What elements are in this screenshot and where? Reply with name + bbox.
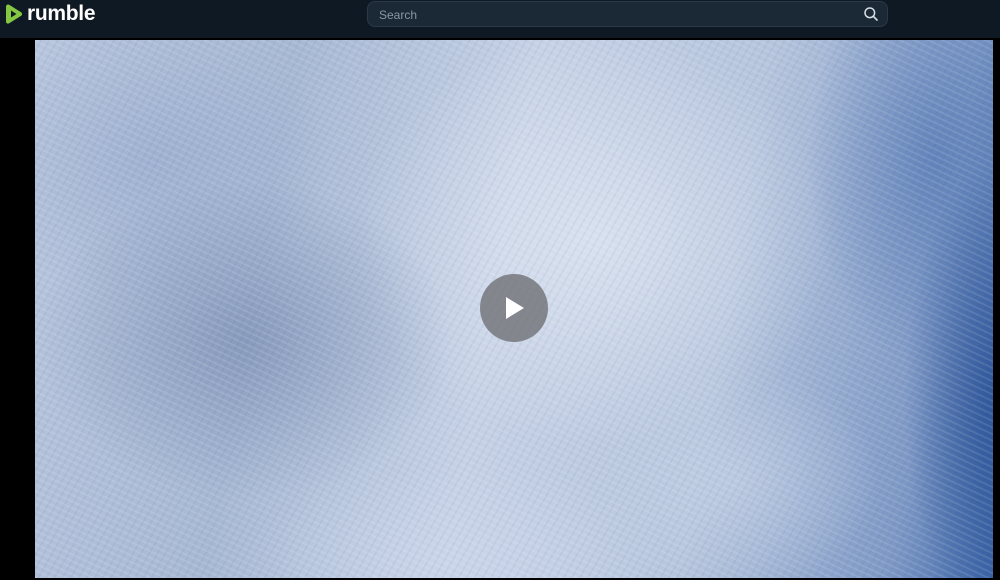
video-player: [0, 38, 1000, 580]
search-bar: [367, 1, 888, 28]
top-navigation-bar: rumble: [0, 0, 1000, 38]
play-icon: [506, 297, 524, 319]
play-button[interactable]: [480, 274, 548, 342]
rumble-logo-link[interactable]: rumble: [2, 2, 96, 26]
search-icon[interactable]: [863, 6, 879, 22]
rumble-play-logo-icon: [6, 4, 23, 24]
video-frame[interactable]: [35, 40, 993, 578]
logo-wordmark: rumble: [27, 2, 96, 25]
search-input[interactable]: [377, 2, 861, 28]
